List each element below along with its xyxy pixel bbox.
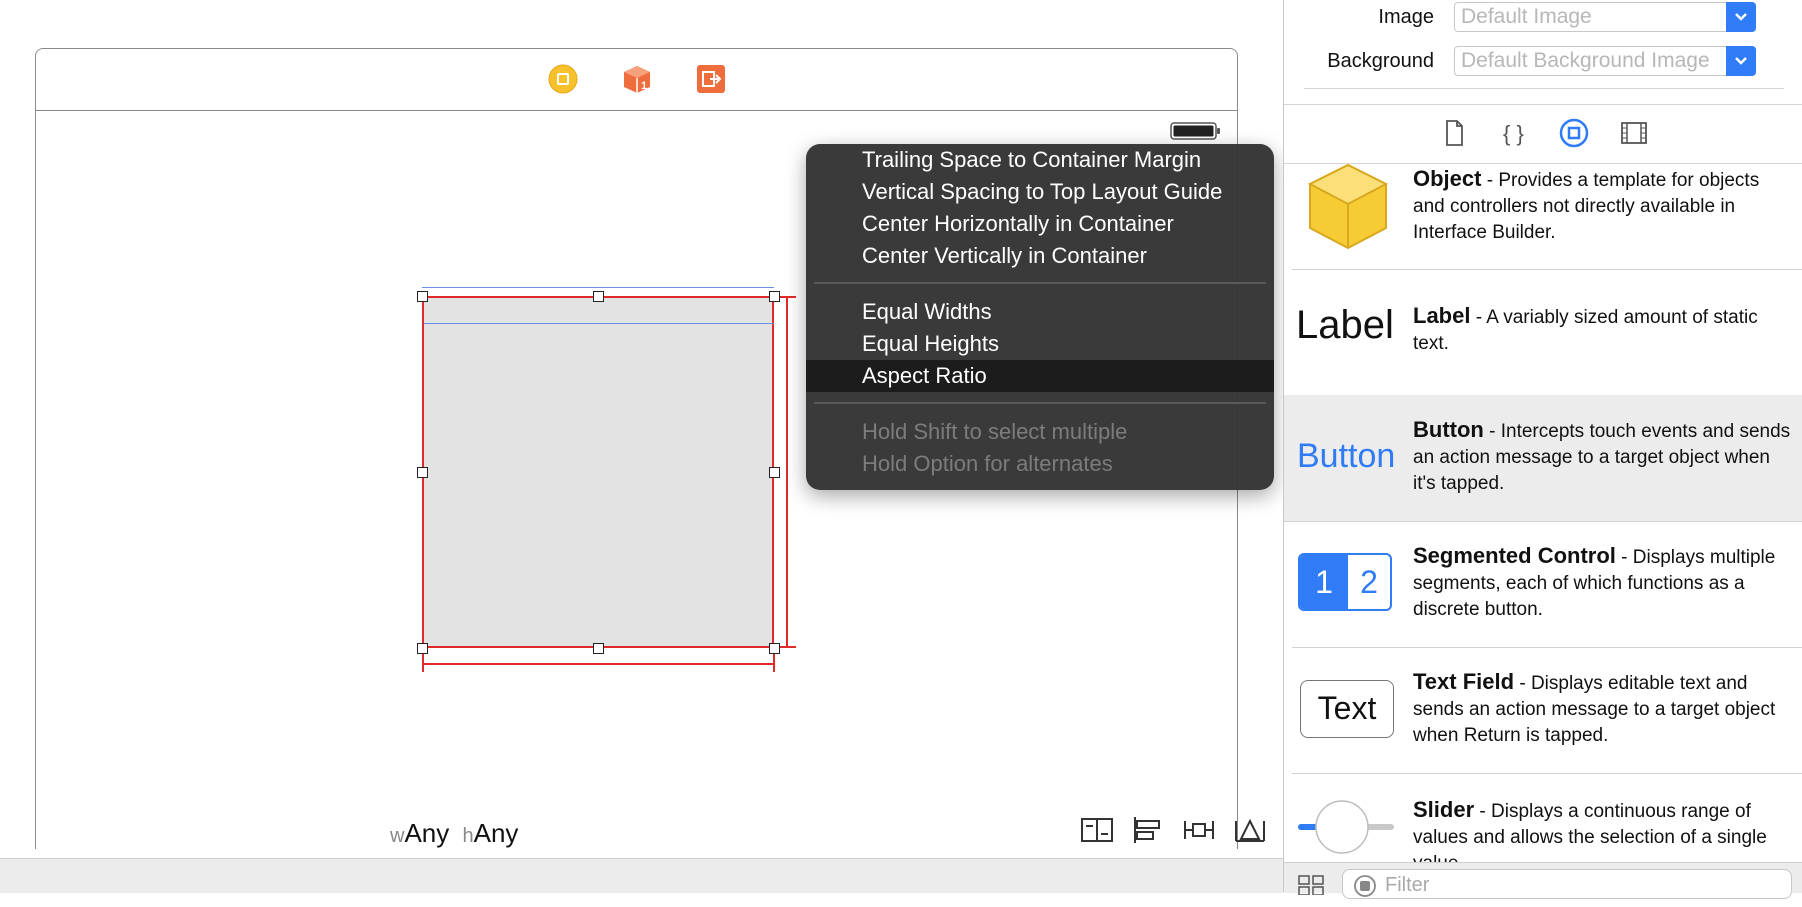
selected-view[interactable] [422,296,774,648]
library-item-title: Button [1413,417,1484,442]
menu-item-trailing-space[interactable]: Trailing Space to Container Margin [862,144,1201,176]
top-layout-guide-line [422,287,774,288]
resize-handle[interactable] [417,291,428,302]
width-size-class: Any [404,818,450,848]
resize-handle[interactable] [769,643,780,654]
file-template-icon[interactable] [1438,117,1470,149]
battery-icon [1170,121,1220,140]
constraint-context-menu[interactable]: Trailing Space to Container Margin Verti… [806,144,1274,490]
divider [1304,88,1784,89]
slider-icon [1296,797,1396,862]
size-class-selector[interactable]: wAny hAny [390,818,518,849]
library-item-title: Object [1413,166,1482,191]
svg-text:{ }: { } [1503,121,1524,146]
menu-item-aspect-ratio[interactable]: Aspect Ratio [862,360,987,392]
canvas-bottom-bar [0,858,1283,893]
object-library-icon[interactable] [1558,117,1590,149]
segment-2: 2 [1360,564,1378,600]
background-select-value: Default Background Image [1461,49,1710,72]
filter-placeholder: Filter [1385,874,1430,896]
menu-separator [814,282,1266,284]
label-thumb: Label [1296,303,1394,347]
library-item-slider[interactable]: Slider - Displays a continuous range of … [1292,773,1802,862]
height-prefix: h [462,825,474,847]
library-item-title: Label [1413,303,1471,328]
menu-item-center-vertically[interactable]: Center Vertically in Container [862,240,1147,272]
filter-icon [1353,874,1377,907]
library-item-button[interactable]: Button Button - Intercepts touch events … [1284,395,1802,522]
library-item-segmented-control[interactable]: 1 2 Segmented Control - Displays multipl… [1292,521,1802,648]
segmented-thumb: 1 2 [1298,553,1392,611]
background-label: Background [1327,50,1434,72]
chevron-down-icon[interactable] [1726,46,1756,76]
resize-handle[interactable] [593,291,604,302]
library-item-object[interactable]: Object - Provides a template for objects… [1292,162,1802,270]
menu-item-equal-widths[interactable]: Equal Widths [862,296,992,328]
svg-text:1: 1 [641,80,647,92]
menu-item-vertical-spacing[interactable]: Vertical Spacing to Top Layout Guide [862,176,1222,208]
chevron-down-icon[interactable] [1726,2,1756,32]
constraint-cap [773,654,775,672]
library-item-title: Text Field [1413,669,1515,694]
menu-hint-shift: Hold Shift to select multiple [862,419,1128,444]
menu-hint-option: Hold Option for alternates [862,451,1113,476]
trailing-constraint [786,296,788,648]
resize-handle[interactable] [417,467,428,478]
image-select-value: Default Image [1461,5,1592,28]
menu-item-equal-heights[interactable]: Equal Heights [862,328,999,360]
text-field-thumb: Text [1300,680,1394,738]
menu-item-center-horizontally[interactable]: Center Horizontally in Container [862,208,1174,240]
library-item-text-field[interactable]: Text Text Field - Displays editable text… [1292,647,1802,774]
library-item-title: Segmented Control [1413,543,1616,568]
width-constraint [422,663,774,665]
exit-icon[interactable] [696,64,726,94]
menu-separator [814,402,1266,404]
align-icon[interactable] [1131,815,1165,845]
image-label: Image [1378,6,1434,28]
grid-view-icon[interactable] [1298,875,1326,900]
resize-handle[interactable] [769,291,780,302]
view-controller-icon[interactable] [548,64,578,94]
library-item-label[interactable]: Label Label - A variably sized amount of… [1292,269,1802,396]
image-select[interactable]: Default Image [1454,2,1756,32]
scene-dock: 1 [36,49,1237,111]
layout-guide-line [424,323,774,324]
utilities-panel: Image Default Image Background Default B… [1283,0,1802,899]
segment-1: 1 [1300,555,1348,609]
resize-handle[interactable] [769,467,780,478]
pin-icon[interactable] [1182,815,1216,845]
stack-icon[interactable] [1080,815,1114,845]
resize-handle[interactable] [593,643,604,654]
code-snippet-icon[interactable]: { } [1498,117,1530,149]
height-size-class: Any [473,818,519,848]
cube-icon [1306,162,1390,257]
library-item-title: Slider [1413,797,1475,822]
library-tab-bar: { } [1284,104,1802,164]
constraint-cap [422,654,424,672]
media-library-icon[interactable] [1618,117,1650,149]
filter-input[interactable]: Filter [1342,869,1792,899]
width-prefix: w [390,825,405,847]
button-thumb: Button [1297,437,1396,475]
library-filter-bar: Filter [1284,862,1802,899]
resolve-issues-icon[interactable] [1233,815,1267,845]
first-responder-icon[interactable]: 1 [622,64,652,94]
background-select[interactable]: Default Background Image [1454,46,1756,76]
resize-handle[interactable] [417,643,428,654]
